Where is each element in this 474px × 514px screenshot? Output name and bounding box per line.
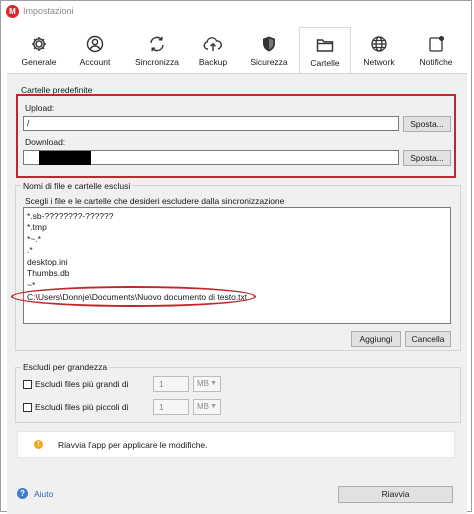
tab-label: Sicurezza bbox=[250, 57, 288, 67]
list-item[interactable]: Thumbs.db bbox=[27, 268, 70, 278]
tab-label: Cartelle bbox=[310, 58, 340, 68]
add-exclusion-button[interactable]: Aggiungi bbox=[351, 331, 401, 347]
mega-logo: M bbox=[6, 5, 19, 18]
tab-label: Notifiche bbox=[419, 57, 453, 67]
chevron-down-icon: ▼ bbox=[210, 380, 217, 387]
delete-exclusion-button[interactable]: Cancella bbox=[405, 331, 451, 347]
tab-account[interactable]: Account bbox=[71, 27, 119, 73]
chevron-down-icon: ▼ bbox=[210, 403, 217, 410]
tab-network[interactable]: Network bbox=[357, 27, 401, 73]
exclusions-description: Scegli i file e le cartelle che desideri… bbox=[25, 196, 285, 206]
unit-label: MB bbox=[197, 402, 209, 411]
tab-generale[interactable]: Generale bbox=[15, 27, 63, 73]
list-item[interactable]: *~.* bbox=[27, 234, 41, 244]
tab-label: Sincronizza bbox=[135, 57, 179, 67]
exclusions-list[interactable]: *.sb-????????-?????? *.tmp *~.* .* deskt… bbox=[23, 207, 451, 324]
highlight-rectangle bbox=[16, 94, 456, 178]
notice-text: Riavvia l'app per applicare le modifiche… bbox=[58, 440, 208, 450]
bell-icon bbox=[429, 36, 444, 52]
settings-window: M Impostazioni Generale Account Sincroni… bbox=[0, 0, 472, 514]
title-bar: M Impostazioni bbox=[1, 1, 471, 23]
restart-button[interactable]: Riavvia bbox=[338, 486, 453, 503]
larger-unit-select[interactable]: MB ▼ bbox=[193, 376, 221, 392]
sync-icon bbox=[150, 36, 164, 52]
help-icon[interactable]: ? bbox=[17, 488, 28, 499]
tab-sincronizza[interactable]: Sincronizza bbox=[129, 27, 185, 73]
list-item[interactable]: .* bbox=[27, 245, 33, 255]
gear-icon bbox=[32, 37, 46, 51]
tab-label: Backup bbox=[198, 57, 228, 67]
list-item[interactable]: *.sb-????????-?????? bbox=[27, 211, 114, 221]
folder-icon bbox=[316, 39, 334, 52]
smaller-unit-select[interactable]: MB ▼ bbox=[193, 399, 221, 415]
exclude-smaller-checkbox[interactable] bbox=[23, 403, 32, 412]
cloud-upload-icon bbox=[203, 37, 222, 51]
size-exclusion-title: Escludi per grandezza bbox=[21, 362, 110, 372]
unit-label: MB bbox=[197, 379, 209, 388]
list-item[interactable]: desktop.ini bbox=[27, 257, 68, 267]
tab-label: Account bbox=[79, 57, 111, 67]
list-item[interactable]: *.tmp bbox=[27, 222, 47, 232]
help-link[interactable]: Aiuto bbox=[34, 489, 53, 499]
exclude-smaller-label: Escludi files più piccoli di bbox=[35, 402, 129, 412]
highlight-ellipse bbox=[11, 286, 256, 307]
tab-notifiche[interactable]: Notifiche bbox=[411, 27, 461, 73]
size-exclusion-group bbox=[15, 367, 461, 423]
restart-notice: ! Riavvia l'app per applicare le modific… bbox=[17, 431, 455, 458]
exclusions-title: Nomi di file e cartelle esclusi bbox=[21, 181, 133, 191]
tab-label: Generale bbox=[21, 57, 57, 67]
settings-tabs: Generale Account Sincronizza Backup Sicu… bbox=[1, 27, 471, 73]
tab-sicurezza[interactable]: Sicurezza bbox=[245, 27, 293, 73]
tab-cartelle[interactable]: Cartelle bbox=[299, 27, 351, 73]
window-title: Impostazioni bbox=[23, 6, 74, 16]
list-item[interactable]: ~* bbox=[27, 280, 35, 290]
exclude-larger-checkbox[interactable] bbox=[23, 380, 32, 389]
globe-icon bbox=[371, 36, 387, 52]
larger-size-field[interactable]: 1 bbox=[153, 376, 189, 392]
exclude-larger-label: Escludi files più grandi di bbox=[35, 379, 129, 389]
tab-label: Network bbox=[363, 57, 395, 67]
user-icon bbox=[86, 35, 104, 53]
smaller-size-field[interactable]: 1 bbox=[153, 399, 189, 415]
warning-icon: ! bbox=[34, 440, 43, 449]
shield-icon bbox=[263, 36, 275, 52]
tab-backup[interactable]: Backup bbox=[191, 27, 235, 73]
